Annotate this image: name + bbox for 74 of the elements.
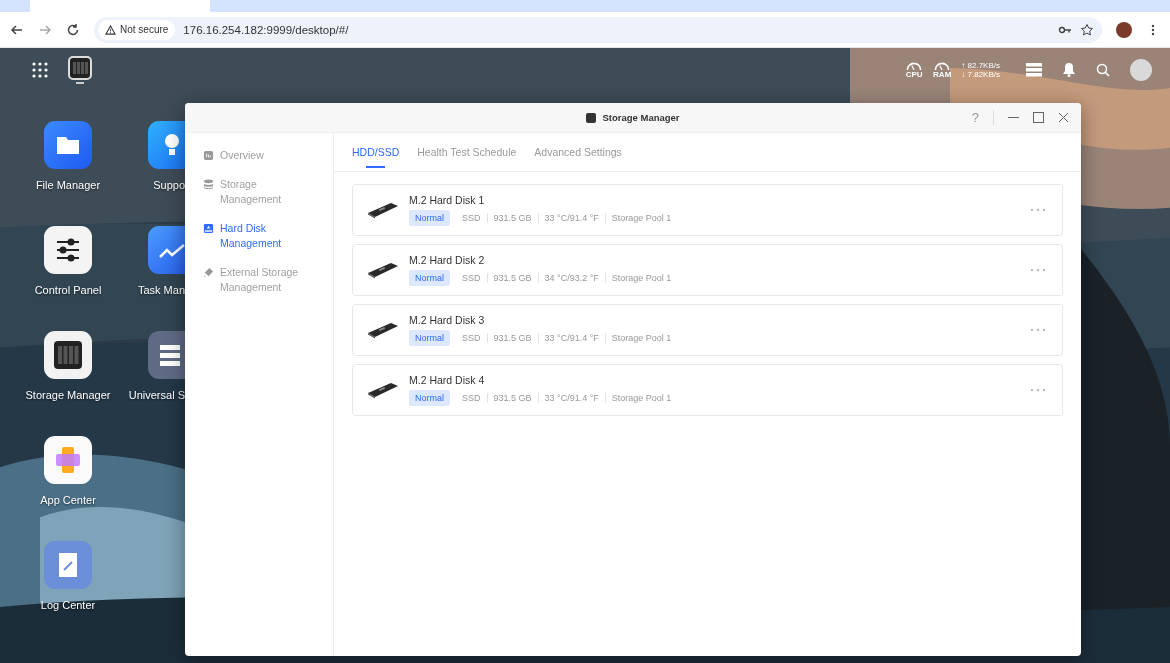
app-icon[interactable] [148, 121, 185, 169]
gauge-icon [933, 60, 952, 71]
disk-name: M.2 Hard Disk 3 [409, 314, 486, 326]
ssd-icon [367, 261, 399, 279]
disk-card[interactable]: M.2 Hard Disk 1 Normal SSD 931.5 GB 33 °C/91.4 °F Storage Pool 1 [352, 184, 1063, 236]
ssd-icon [367, 321, 399, 339]
status-tag: Normal [409, 390, 450, 406]
storage-pool: Storage Pool 1 [604, 333, 678, 343]
disk-name: M.2 Hard Disk 2 [409, 254, 486, 266]
url-text: 176.16.254.182:9999/desktop/#/ [183, 23, 349, 36]
app-icon[interactable] [44, 226, 92, 274]
upload-speed: ↑ 82.7KB/s [961, 60, 1000, 70]
disk-capacity: 931.5 GB [486, 393, 538, 403]
status-tag: Normal [409, 270, 450, 286]
storage-pool: Storage Pool 1 [604, 393, 678, 403]
bell-icon[interactable] [1062, 62, 1076, 77]
app-icon[interactable] [148, 226, 185, 274]
status-tag: Normal [409, 210, 450, 226]
apps-grid-icon[interactable] [32, 61, 48, 78]
sidebar-item[interactable]: Hard Disk Management [220, 221, 315, 251]
app-label[interactable]: Storage Manager [25, 389, 111, 401]
app-label[interactable]: Universal S [128, 389, 185, 401]
window-title: Storage Manager [602, 112, 680, 123]
disk-temperature: 34 °C/93.2 °F [537, 273, 605, 283]
address-field[interactable]: Not secure 176.16.254.182:9999/desktop/#/ [94, 16, 1102, 43]
disk-type: SSD [461, 213, 482, 223]
app-label[interactable]: Control Panel [34, 284, 102, 296]
download-speed: ↓ 7.82KB/s [961, 69, 1000, 79]
overview-icon [203, 150, 214, 161]
disk-name: M.2 Hard Disk 4 [409, 374, 486, 386]
storage-app-icon[interactable] [68, 55, 92, 84]
warning-icon [105, 24, 116, 35]
disk-capacity: 931.5 GB [486, 273, 538, 283]
database-icon [203, 179, 214, 190]
storage-pool: Storage Pool 1 [604, 213, 678, 223]
disk-temperature: 33 °C/91.4 °F [537, 213, 605, 223]
usb-drive-icon [203, 267, 214, 278]
app-icon[interactable] [44, 331, 92, 379]
close-icon[interactable] [1058, 112, 1069, 123]
ssd-icon [367, 381, 399, 399]
tab[interactable]: HDD/SSD [352, 133, 400, 171]
search-icon[interactable] [1096, 62, 1110, 77]
app-icon[interactable] [148, 331, 185, 379]
disk-capacity: 931.5 GB [486, 333, 538, 343]
ssd-icon [367, 201, 399, 219]
disk-type: SSD [461, 273, 482, 283]
profile-avatar[interactable] [1116, 21, 1132, 38]
disk-card[interactable]: M.2 Hard Disk 3 Normal SSD 931.5 GB 33 °C/91.4 °F Storage Pool 1 [352, 304, 1063, 356]
status-tag: Normal [409, 330, 450, 346]
disk-card[interactable]: M.2 Hard Disk 4 Normal SSD 931.5 GB 33 °C/91.4 °F Storage Pool 1 [352, 364, 1063, 416]
disk-name: M.2 Hard Disk 1 [409, 194, 486, 206]
disk-type: SSD [461, 393, 482, 403]
disk-card[interactable]: M.2 Hard Disk 2 Normal SSD 931.5 GB 34 °C/93.2 °F Storage Pool 1 [352, 244, 1063, 296]
disk-capacity: 931.5 GB [486, 213, 538, 223]
security-chip[interactable]: Not secure [98, 19, 176, 40]
maximize-icon[interactable] [1033, 112, 1044, 123]
server-list-icon[interactable] [1026, 62, 1042, 77]
gauge-icon [905, 60, 924, 71]
disk-temperature: 33 °C/91.4 °F [537, 333, 605, 343]
gauge-label: CPU [905, 70, 923, 79]
gauge-label: RAM [933, 70, 952, 79]
app-icon[interactable] [44, 121, 92, 169]
app-label[interactable]: Task Man [137, 284, 185, 296]
app-label[interactable]: Suppo [153, 179, 185, 191]
star-icon[interactable] [1080, 22, 1094, 37]
app-label[interactable]: App Center [40, 494, 96, 506]
reload-icon[interactable] [66, 22, 80, 37]
disk-type: SSD [461, 333, 482, 343]
back-icon[interactable] [10, 22, 24, 37]
app-icon [586, 112, 597, 123]
disk-temperature: 33 °C/91.4 °F [537, 393, 605, 403]
storage-pool: Storage Pool 1 [604, 273, 678, 283]
app-label[interactable]: File Manager [35, 179, 101, 191]
app-label[interactable]: Log Center [40, 599, 96, 611]
